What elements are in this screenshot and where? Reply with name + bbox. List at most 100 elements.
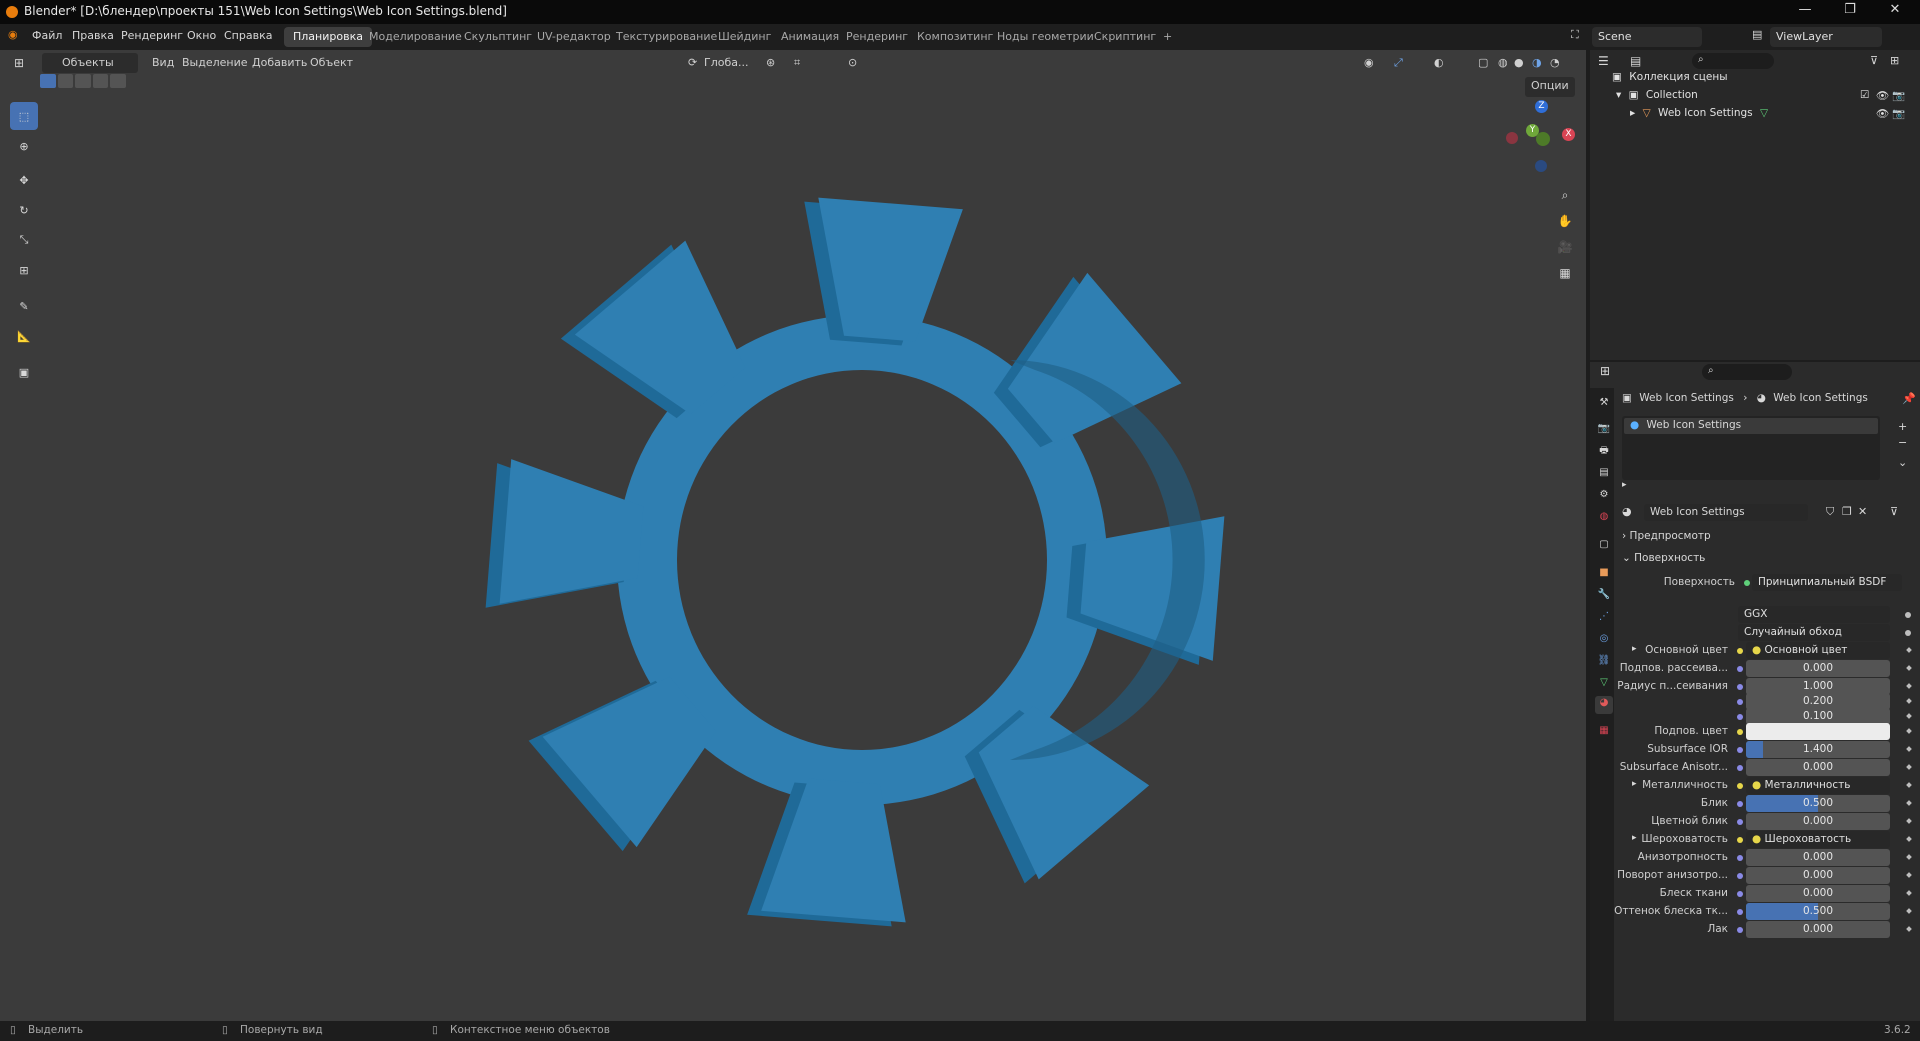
tab-rendering[interactable]: Рендеринг <box>837 27 917 47</box>
keyframe-dot-icon[interactable] <box>1905 630 1911 636</box>
gizmo-x-axis[interactable]: X <box>1562 128 1575 141</box>
keyframe-icon[interactable] <box>1906 854 1912 860</box>
number-field[interactable]: 0.000 <box>1746 849 1890 866</box>
number-field[interactable]: 0.500 <box>1746 903 1890 920</box>
material-slot-item[interactable]: ● Web Icon Settings <box>1624 418 1878 434</box>
keyframe-icon[interactable] <box>1906 782 1912 788</box>
menu-select[interactable]: Выделение <box>178 53 252 73</box>
camera-view-icon[interactable]: 🎥 <box>1554 236 1576 258</box>
mode-selector[interactable]: Объекты <box>42 53 138 73</box>
visibility-icon[interactable]: ◉ <box>1360 53 1378 73</box>
material-browse-icon[interactable]: ◕ <box>1622 505 1632 518</box>
eye-icon[interactable]: 👁 <box>1876 107 1889 120</box>
physics-tab-icon[interactable]: ◎ <box>1597 632 1611 646</box>
menu-view[interactable]: Вид <box>148 53 178 73</box>
outliner-row-scene-collection[interactable]: ▣ Коллекция сцены <box>1612 71 1728 89</box>
editor-type-icon[interactable]: ⊞ <box>10 53 28 73</box>
number-field[interactable]: 0.000 <box>1746 867 1890 884</box>
constraints-tab-icon[interactable]: ⛓ <box>1597 654 1611 668</box>
add-slot-button[interactable]: + <box>1898 420 1907 433</box>
outliner-row-object[interactable]: ▸ ▽ Web Icon Settings ▽ 👁 📷 <box>1630 107 1914 125</box>
socket-dot-icon[interactable] <box>1737 927 1743 933</box>
view-layer-selector[interactable]: ViewLayer <box>1770 27 1882 47</box>
pan-hand-icon[interactable]: ✋ <box>1554 210 1576 232</box>
material-shading-icon[interactable]: ◑ <box>1528 53 1546 73</box>
color-swatch-field[interactable] <box>1746 723 1890 740</box>
expand-arrow-icon[interactable]: ▸ <box>1632 644 1637 654</box>
keyframe-icon[interactable] <box>1906 713 1912 719</box>
socket-dot-icon[interactable] <box>1737 747 1743 753</box>
maximize-button[interactable]: ❐ <box>1830 2 1870 22</box>
scene-selector[interactable]: Scene <box>1592 27 1702 47</box>
keyframe-icon[interactable] <box>1906 908 1912 914</box>
perspective-grid-icon[interactable]: ▦ <box>1554 262 1576 284</box>
socket-dot-icon[interactable] <box>1737 729 1743 735</box>
proportional-edit-icon[interactable]: ⊙ <box>844 53 861 73</box>
view-layer-tab-icon[interactable]: ▤ <box>1597 466 1611 480</box>
measure-tool-icon[interactable]: 📐 <box>10 322 38 350</box>
add-cube-tool-icon[interactable]: ▣ <box>10 358 38 386</box>
socket-dot-icon[interactable] <box>1737 783 1743 789</box>
linked-input-field[interactable]: ● Основной цвет <box>1746 642 1890 659</box>
mesh-data-icon[interactable]: ▽ <box>1760 107 1768 119</box>
3d-viewport[interactable]: ⊞ Объекты Вид Выделение Добавить Объект … <box>0 50 1586 1021</box>
keyframe-icon[interactable] <box>1906 800 1912 806</box>
menu-file[interactable]: Файл <box>32 29 62 42</box>
select-subtract-icon[interactable] <box>75 74 91 88</box>
expand-arrow-icon[interactable]: ▸ <box>1632 833 1637 843</box>
minimize-button[interactable]: — <box>1785 2 1825 22</box>
display-mode-icon[interactable]: ▤ <box>1630 54 1641 68</box>
scale-tool-icon[interactable]: ⤡ <box>10 226 38 254</box>
transform-orientation-icon[interactable]: ⟳ <box>684 53 701 73</box>
number-field[interactable]: 0.000 <box>1746 660 1890 677</box>
menu-render[interactable]: Рендеринг <box>121 29 183 42</box>
socket-dot-icon[interactable] <box>1737 765 1743 771</box>
wireframe-shading-icon[interactable]: ◍ <box>1494 53 1512 73</box>
socket-dot-icon[interactable] <box>1737 648 1743 654</box>
fake-user-shield-icon[interactable]: ⛉ <box>1826 505 1834 519</box>
material-slot-list[interactable]: ● Web Icon Settings <box>1622 416 1880 480</box>
gizmo-neg-y[interactable] <box>1536 132 1550 146</box>
socket-dot-icon[interactable] <box>1737 855 1743 861</box>
filter-icon[interactable]: ⊽ <box>1870 54 1878 67</box>
number-field[interactable]: 0.500 <box>1746 795 1890 812</box>
tab-uv-editing[interactable]: UV-редактор <box>528 27 620 47</box>
keyframe-icon[interactable] <box>1906 683 1912 689</box>
transform-orientation-selector[interactable]: Глоба... <box>700 53 752 73</box>
socket-dot-icon[interactable] <box>1737 909 1743 915</box>
add-workspace-button[interactable]: + <box>1154 27 1181 47</box>
outliner-row-collection[interactable]: ▾ ▣ Collection ☑ 👁 📷 <box>1616 89 1914 107</box>
keyframe-icon[interactable] <box>1906 926 1912 932</box>
tool-tab-icon[interactable]: ⚒ <box>1597 396 1611 410</box>
socket-dot-icon[interactable] <box>1737 891 1743 897</box>
keyframe-icon[interactable] <box>1906 647 1912 653</box>
number-field[interactable]: 0.000 <box>1746 921 1890 938</box>
expand-arrow-icon[interactable]: ▸ <box>1630 107 1635 119</box>
socket-dot-icon[interactable] <box>1737 801 1743 807</box>
collection-tab-icon[interactable]: ▢ <box>1597 538 1611 552</box>
socket-dot-icon[interactable] <box>1737 819 1743 825</box>
keyframe-icon[interactable] <box>1906 698 1912 704</box>
snap-icon[interactable]: ⌗ <box>790 53 804 73</box>
panel-surface-header[interactable]: ⌄ Поверхность <box>1622 552 1705 564</box>
gizmo-z-axis[interactable]: Z <box>1535 100 1548 113</box>
gizmo-neg-x[interactable] <box>1506 132 1518 144</box>
socket-dot-icon[interactable] <box>1737 699 1743 705</box>
distribution-dropdown[interactable]: GGX <box>1738 606 1890 623</box>
object-tab-icon[interactable]: ■ <box>1597 566 1611 580</box>
number-field[interactable]: 1.400 <box>1746 741 1890 758</box>
duplicate-material-icon[interactable]: ❐ <box>1842 505 1852 518</box>
subsurface-method-dropdown[interactable]: Случайный обход <box>1738 624 1890 641</box>
zoom-icon[interactable]: ⌕ <box>1554 184 1576 206</box>
keyframe-icon[interactable] <box>1906 746 1912 752</box>
render-camera-icon[interactable]: 📷 <box>1892 107 1905 120</box>
tab-layout[interactable]: Планировка <box>284 27 372 47</box>
keyframe-dot-icon[interactable] <box>1905 612 1911 618</box>
material-tab-icon[interactable]: ◕ <box>1595 696 1613 714</box>
new-collection-icon[interactable]: ⊞ <box>1890 54 1899 67</box>
keyframe-icon[interactable] <box>1906 764 1912 770</box>
transform-tool-icon[interactable]: ⊞ <box>10 256 38 284</box>
particles-tab-icon[interactable]: ⋰ <box>1597 610 1611 624</box>
keyframe-icon[interactable] <box>1906 836 1912 842</box>
keyframe-icon[interactable] <box>1906 818 1912 824</box>
